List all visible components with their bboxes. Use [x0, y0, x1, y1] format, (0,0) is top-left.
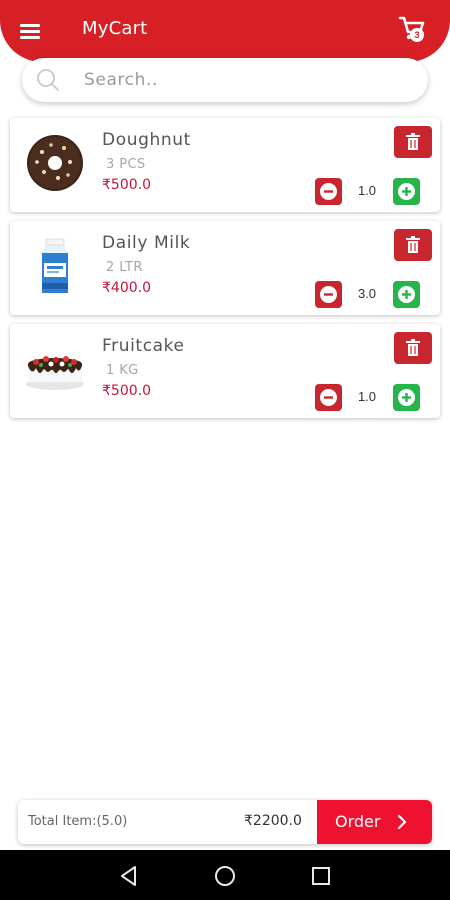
item-name: Doughnut: [102, 130, 191, 150]
increase-quantity-button[interactable]: [393, 384, 420, 411]
quantity-value: 3.0: [357, 286, 377, 301]
item-unit: 2 LTR: [106, 260, 143, 275]
delete-item-button[interactable]: [394, 126, 432, 158]
delete-item-button[interactable]: [394, 332, 432, 364]
item-price: ₹500.0: [102, 383, 151, 399]
item-price: ₹400.0: [102, 280, 151, 296]
order-button-label: Order: [335, 812, 381, 831]
search-icon: [37, 69, 59, 91]
cart-count-badge: 3: [410, 28, 424, 42]
menu-icon[interactable]: [18, 20, 42, 40]
search-bar: [22, 58, 428, 102]
decrease-quantity-button[interactable]: [315, 178, 342, 205]
plus-icon: [398, 183, 415, 200]
quantity-value: 1.0: [357, 183, 377, 198]
item-unit: 3 PCS: [106, 157, 146, 172]
cart-icon[interactable]: 3: [396, 14, 430, 46]
trash-icon: [406, 236, 420, 253]
cart-item-doughnut: Doughnut 3 PCS ₹500.0 1.0: [10, 118, 440, 212]
item-price: ₹500.0: [102, 177, 151, 193]
cart-summary-bar: Total Item:(5.0) ₹2200.0 Order: [18, 800, 432, 844]
decrease-quantity-button[interactable]: [315, 281, 342, 308]
total-amount: ₹2200.0: [244, 813, 302, 829]
search-input[interactable]: [84, 66, 404, 94]
item-unit: 1 KG: [106, 363, 139, 378]
minus-icon: [320, 286, 337, 303]
app-header: MyCart 3: [0, 0, 450, 62]
fruitcake-image: [26, 356, 84, 390]
recent-apps-icon[interactable]: [310, 865, 332, 887]
cart-item-fruitcake: Fruitcake 1 KG ₹500.0 1.0: [10, 324, 440, 418]
trash-icon: [406, 133, 420, 150]
minus-icon: [320, 389, 337, 406]
increase-quantity-button[interactable]: [393, 178, 420, 205]
back-icon[interactable]: [118, 865, 140, 887]
page-title: MyCart: [82, 18, 148, 39]
chevron-right-icon: [397, 814, 407, 830]
item-name: Fruitcake: [102, 336, 185, 356]
order-button[interactable]: Order: [317, 800, 432, 844]
plus-icon: [398, 286, 415, 303]
item-name: Daily Milk: [102, 233, 191, 253]
cart-item-daily-milk: Daily Milk 2 LTR ₹400.0 3.0: [10, 221, 440, 315]
milk-carton-image: [42, 238, 68, 293]
home-icon[interactable]: [214, 865, 236, 887]
total-items-label: Total Item:(5.0): [28, 814, 128, 829]
doughnut-image: [27, 135, 83, 191]
quantity-value: 1.0: [357, 389, 377, 404]
minus-icon: [320, 183, 337, 200]
trash-icon: [406, 339, 420, 356]
plus-icon: [398, 389, 415, 406]
increase-quantity-button[interactable]: [393, 281, 420, 308]
system-navigation-bar: [0, 850, 450, 900]
cart-screen: MyCart 3 Doughnut 3 PCS: [0, 0, 450, 900]
decrease-quantity-button[interactable]: [315, 384, 342, 411]
delete-item-button[interactable]: [394, 229, 432, 261]
